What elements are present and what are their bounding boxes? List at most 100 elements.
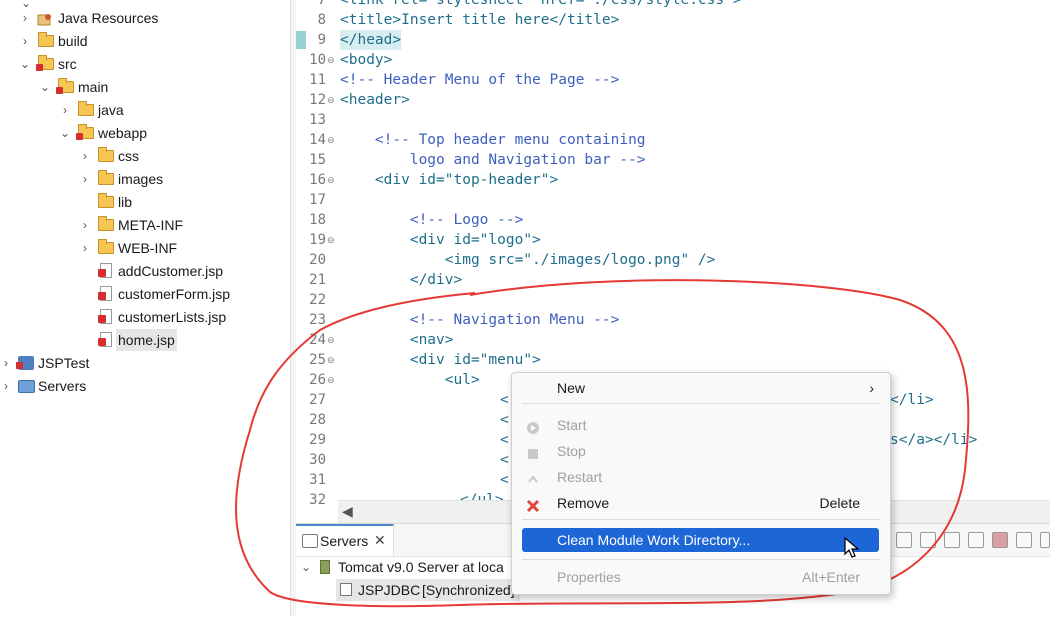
chevron-right-icon[interactable]: › bbox=[59, 99, 71, 121]
line-number: 17 bbox=[309, 192, 326, 208]
code-line: logo and Navigation bar --> bbox=[340, 152, 646, 168]
tree-item-label: customerForm.jsp bbox=[118, 286, 231, 302]
tab-label: Servers bbox=[320, 533, 369, 549]
code-line: <div id="top-header"> bbox=[340, 172, 559, 188]
chevron-right-icon[interactable]: › bbox=[79, 214, 91, 236]
code-line: <!-- Logo --> bbox=[340, 212, 524, 228]
tab-servers[interactable]: Servers ✕ bbox=[296, 524, 394, 556]
line-number: 21 bbox=[309, 272, 326, 288]
menu-item-label: Stop bbox=[557, 443, 586, 459]
menu-item-label: Start bbox=[557, 417, 587, 433]
menu-item-shortcut: Alt+Enter bbox=[802, 569, 860, 585]
menu-item-properties[interactable]: Properties Alt+Enter bbox=[512, 565, 890, 589]
close-icon[interactable]: ✕ bbox=[374, 532, 386, 549]
menu-item-new[interactable]: New › bbox=[512, 376, 890, 400]
source-folder-icon bbox=[56, 78, 74, 94]
chevron-down-icon[interactable]: ⌄ bbox=[19, 53, 31, 75]
menu-item-label: New bbox=[557, 380, 586, 396]
line-number: 30 bbox=[309, 452, 326, 468]
menu-item-label: Clean Module Work Directory... bbox=[557, 532, 751, 548]
chevron-right-icon: › bbox=[869, 380, 874, 396]
line-number: 11 bbox=[309, 72, 326, 88]
module-icon bbox=[340, 583, 352, 596]
line-number: 20 bbox=[309, 252, 326, 268]
menu-item-remove[interactable]: Remove Delete bbox=[512, 491, 890, 515]
server-name: Tomcat v9.0 Server at loca bbox=[338, 559, 504, 575]
tree-item-label: webapp bbox=[98, 125, 148, 141]
fold-toggle-icon[interactable]: ⊖ bbox=[327, 330, 337, 350]
servers-view-icon bbox=[302, 534, 318, 548]
project-icon bbox=[16, 356, 34, 370]
publish-icon[interactable] bbox=[1016, 532, 1032, 548]
tree-item-label: lib bbox=[118, 194, 133, 210]
code-fragment: < bbox=[500, 392, 509, 408]
tree-item-label: addCustomer.jsp bbox=[118, 263, 224, 279]
jsp-file-icon bbox=[98, 332, 112, 347]
tree-item-label: src bbox=[58, 56, 77, 72]
menu-separator bbox=[522, 519, 880, 520]
menu-item-start[interactable]: Start bbox=[512, 413, 890, 437]
chevron-right-icon[interactable]: › bbox=[19, 30, 31, 52]
project-explorer: ⌄ › Java Resources › build ⌄ src ⌄ main … bbox=[0, 0, 290, 616]
line-number: 28 bbox=[309, 412, 326, 428]
fold-toggle-icon[interactable]: ⊖ bbox=[327, 90, 337, 110]
line-number: 23 bbox=[309, 312, 326, 328]
line-number: 13 bbox=[309, 112, 326, 128]
restart-icon bbox=[526, 470, 540, 484]
code-fragment: < bbox=[500, 412, 509, 428]
scroll-left-icon[interactable]: ◀ bbox=[342, 503, 353, 520]
jsp-file-icon bbox=[98, 263, 112, 278]
menu-item-stop[interactable]: Stop bbox=[512, 439, 890, 463]
folder-icon bbox=[98, 216, 114, 231]
line-number: 27 bbox=[309, 392, 326, 408]
start-server-icon[interactable] bbox=[944, 532, 960, 548]
code-line: <!-- Top header menu containing bbox=[340, 132, 646, 148]
fold-toggle-icon[interactable]: ⊖ bbox=[327, 50, 337, 70]
folder-icon bbox=[98, 193, 114, 208]
tree-item-label: main bbox=[78, 79, 109, 95]
tree-item-label: Servers bbox=[38, 378, 87, 394]
jsp-file-icon bbox=[98, 286, 112, 301]
menu-separator bbox=[522, 403, 880, 404]
module-row-jspjdbc[interactable]: JSPJDBC [Synchronized] bbox=[336, 579, 520, 601]
tree-item-label: META-INF bbox=[118, 217, 184, 233]
chevron-down-icon[interactable]: ⌄ bbox=[301, 556, 311, 578]
source-folder-icon bbox=[76, 124, 94, 140]
minimize-icon[interactable] bbox=[1040, 532, 1050, 548]
fold-toggle-icon[interactable]: ⊖ bbox=[327, 170, 337, 190]
chevron-right-icon[interactable]: › bbox=[79, 237, 91, 259]
debug-icon[interactable] bbox=[920, 532, 936, 548]
code-line: <ul> bbox=[340, 372, 480, 388]
chevron-down-icon[interactable]: ⌄ bbox=[39, 76, 51, 98]
chevron-right-icon[interactable]: › bbox=[19, 7, 31, 29]
fold-toggle-icon[interactable]: ⊖ bbox=[327, 370, 337, 390]
menu-item-restart[interactable]: Restart bbox=[512, 465, 890, 489]
stop-server-icon[interactable] bbox=[992, 532, 1008, 548]
fold-toggle-icon[interactable]: ⊖ bbox=[327, 130, 337, 150]
fold-toggle-icon[interactable]: ⊖ bbox=[327, 230, 337, 250]
folder-icon bbox=[38, 32, 54, 47]
tree-item-label: css bbox=[118, 148, 139, 164]
profile-icon[interactable] bbox=[968, 532, 984, 548]
module-name: JSPJDBC bbox=[358, 582, 421, 598]
tree-item-label: WEB-INF bbox=[118, 240, 178, 256]
code-line: <!-- Navigation Menu --> bbox=[340, 312, 620, 328]
fold-toggle-icon[interactable]: ⊖ bbox=[327, 350, 337, 370]
chevron-right-icon[interactable]: › bbox=[79, 168, 91, 190]
chevron-right-icon[interactable]: › bbox=[79, 145, 91, 167]
folder-icon bbox=[98, 239, 114, 254]
java-resources-icon bbox=[37, 11, 53, 26]
line-number: 16 bbox=[309, 172, 326, 188]
code-line: <link rel="stylesheet" href="./css/style… bbox=[340, 0, 742, 8]
module-state: [Synchronized] bbox=[422, 582, 515, 598]
tree-item-label: Java Resources bbox=[58, 10, 159, 26]
chevron-right-icon[interactable]: › bbox=[0, 352, 12, 374]
start-icon bbox=[526, 418, 540, 434]
menu-item-clean-module-work-directory[interactable]: Clean Module Work Directory... bbox=[522, 528, 879, 552]
menu-item-shortcut: Delete bbox=[819, 495, 860, 511]
chevron-down-icon[interactable]: ⌄ bbox=[59, 122, 71, 144]
stop-icon bbox=[526, 444, 540, 459]
tree-item-label: build bbox=[58, 33, 88, 49]
chevron-right-icon[interactable]: › bbox=[0, 375, 12, 397]
view-toolbar-icon[interactable] bbox=[896, 532, 912, 548]
